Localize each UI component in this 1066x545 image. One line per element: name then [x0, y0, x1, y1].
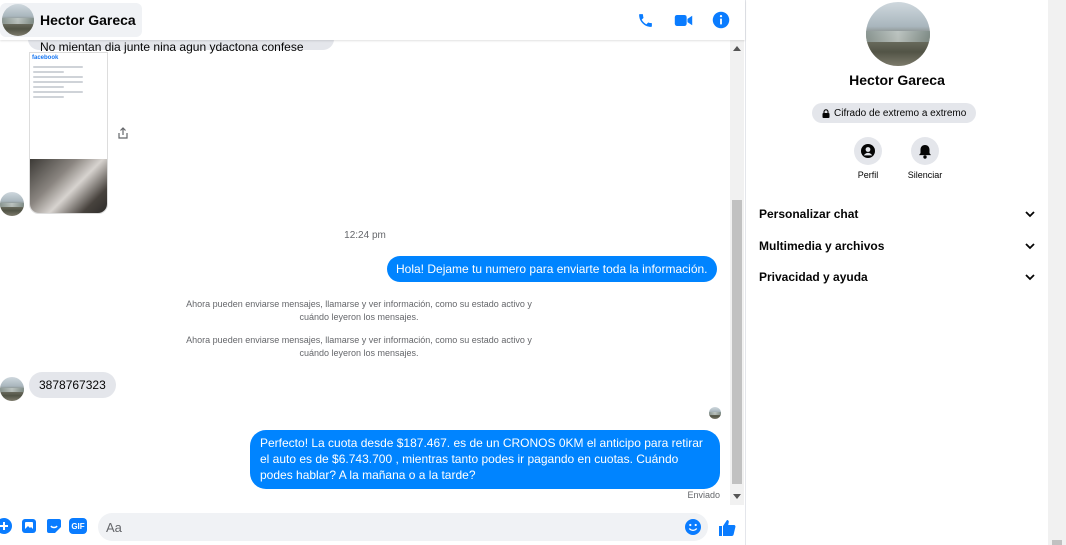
section-privacy-help[interactable]: Privacidad y ayuda: [746, 264, 1048, 290]
section-customize-chat[interactable]: Personalizar chat: [746, 201, 1048, 227]
message-list[interactable]: No mientan dia junte nina agun ydactona …: [0, 40, 730, 505]
chat-pane: Hector Gareca No mientan dia junte nina …: [0, 0, 746, 545]
section-title: Privacidad y ayuda: [759, 270, 868, 284]
image-line: [33, 66, 84, 68]
fb-topbar: facebook: [30, 53, 107, 63]
section-media-files[interactable]: Multimedia y archivos: [746, 233, 1048, 259]
message-bubble-outgoing[interactable]: Hola! Dejame tu numero para enviarte tod…: [387, 256, 717, 282]
message-scrollbar[interactable]: [730, 40, 744, 505]
plus-icon[interactable]: [0, 517, 13, 535]
phone-icon[interactable]: [635, 10, 655, 30]
mute-button[interactable]: Silenciar: [895, 137, 955, 180]
message-text: 3878767323: [39, 378, 106, 392]
sticker-icon[interactable]: [45, 517, 63, 535]
profile-name: Hector Gareca: [849, 72, 945, 88]
composer: GIF: [0, 507, 745, 545]
video-icon[interactable]: [673, 10, 693, 30]
profile-avatar[interactable]: [866, 2, 930, 66]
message-text: Perfecto! La cuota desde $187.467. es de…: [260, 436, 703, 482]
shared-image-message[interactable]: facebook: [29, 52, 108, 214]
seen-indicator-avatar: [709, 407, 721, 419]
contact-avatar[interactable]: [2, 4, 34, 36]
facebook-logo: facebook: [32, 55, 59, 61]
like-icon[interactable]: [717, 518, 737, 538]
message-input-wrap[interactable]: [98, 513, 708, 541]
encryption-badge[interactable]: Cifrado de extremo a extremo: [812, 103, 977, 123]
image-line: [33, 71, 64, 73]
conversation-info-panel: Hector Gareca Cifrado de extremo a extre…: [746, 0, 1048, 545]
chevron-down-icon: [1025, 242, 1035, 249]
sent-status: Enviado: [687, 490, 720, 500]
profile-icon: [861, 144, 875, 158]
profile-label: Perfil: [857, 170, 879, 180]
page-scrollbar[interactable]: [1048, 0, 1066, 545]
sender-avatar[interactable]: [0, 377, 24, 401]
image-line: [33, 76, 84, 78]
message-bubble-outgoing[interactable]: Perfecto! La cuota desde $187.467. es de…: [250, 430, 720, 489]
chevron-down-icon: [1025, 210, 1035, 217]
message-text: Hola! Dejame tu numero para enviarte tod…: [396, 262, 708, 276]
image-icon[interactable]: [20, 517, 38, 535]
image-photo: [30, 159, 107, 213]
mute-circle: [911, 137, 939, 165]
chat-header: Hector Gareca: [0, 0, 745, 40]
page-scroll-thumb[interactable]: [1052, 540, 1062, 545]
message-timestamp: 12:24 pm: [344, 230, 386, 241]
message-input[interactable]: [98, 513, 658, 541]
system-note: Ahora pueden enviarse mensajes, llamarse…: [186, 299, 532, 322]
section-title: Multimedia y archivos: [759, 239, 885, 253]
share-icon[interactable]: [117, 126, 129, 139]
profile-button[interactable]: Perfil: [838, 137, 898, 180]
encryption-label: Cifrado de extremo a extremo: [834, 107, 967, 119]
scroll-down-arrow[interactable]: [733, 494, 741, 499]
chevron-down-icon: [1025, 273, 1035, 280]
lock-icon: [822, 108, 830, 118]
header-contact[interactable]: Hector Gareca: [0, 3, 142, 37]
scroll-up-arrow[interactable]: [733, 46, 741, 51]
gif-label: GIF: [71, 521, 85, 531]
section-title: Personalizar chat: [759, 207, 859, 221]
image-line: [33, 86, 64, 88]
emoji-icon[interactable]: [684, 518, 702, 536]
info-icon[interactable]: [711, 10, 731, 30]
image-line: [33, 81, 84, 83]
sender-avatar[interactable]: [0, 192, 24, 216]
profile-circle: [854, 137, 882, 165]
bell-icon: [919, 144, 931, 159]
image-line: [33, 91, 84, 93]
contact-name[interactable]: Hector Gareca: [40, 12, 136, 28]
image-line: [33, 96, 64, 98]
scroll-thumb[interactable]: [732, 200, 742, 484]
message-bubble-partial[interactable]: No mientan dia junte nina agun ydactona …: [28, 40, 334, 70]
gif-icon[interactable]: GIF: [69, 517, 87, 535]
header-actions: [635, 0, 731, 40]
mute-label: Silenciar: [907, 170, 943, 180]
system-note: Ahora pueden enviarse mensajes, llamarse…: [186, 335, 532, 358]
message-bubble-incoming[interactable]: 3878767323: [29, 372, 116, 398]
